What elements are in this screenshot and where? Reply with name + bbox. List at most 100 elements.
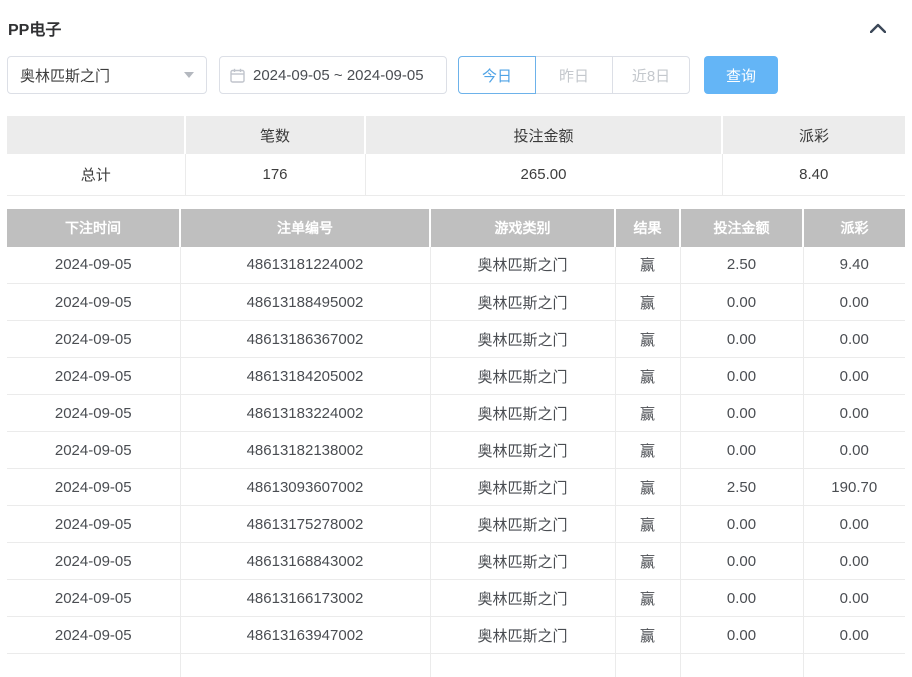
cell-game-type: 奥林匹斯之门 — [430, 469, 615, 506]
table-row: 2024-09-0548613163947002奥林匹斯之门赢0.000.00 — [7, 617, 905, 654]
cell-empty — [803, 654, 905, 677]
bet-table-header-row: 下注时间 注单编号 游戏类别 结果 投注金额 派彩 — [7, 209, 905, 247]
cell-payout: 0.00 — [803, 506, 905, 543]
date-range-picker[interactable]: 2024-09-05 ~ 2024-09-05 — [219, 56, 447, 94]
summary-total-payout: 8.40 — [722, 154, 905, 195]
cell-game-type: 奥林匹斯之门 — [430, 543, 615, 580]
table-row: 2024-09-0548613182138002奥林匹斯之门赢0.000.00 — [7, 432, 905, 469]
cell-payout: 190.70 — [803, 469, 905, 506]
cell-bet-time: 2024-09-05 — [7, 506, 180, 543]
table-row: 2024-09-0548613181224002奥林匹斯之门赢2.509.40 — [7, 247, 905, 284]
summary-header-row: 笔数 投注金额 派彩 — [7, 116, 905, 154]
cell-bet-amount: 0.00 — [680, 432, 803, 469]
cell-game-type: 奥林匹斯之门 — [430, 432, 615, 469]
cell-result: 赢 — [615, 284, 680, 321]
summary-header-bet-amount: 投注金额 — [365, 116, 722, 154]
cell-game-type: 奥林匹斯之门 — [430, 580, 615, 617]
table-row: 2024-09-0548613184205002奥林匹斯之门赢0.000.00 — [7, 358, 905, 395]
col-header-bet-amount: 投注金额 — [680, 209, 803, 247]
cell-bet-time: 2024-09-05 — [7, 358, 180, 395]
cell-game-type: 奥林匹斯之门 — [430, 358, 615, 395]
cell-bet-amount: 0.00 — [680, 358, 803, 395]
table-row: 2024-09-0548613183224002奥林匹斯之门赢0.000.00 — [7, 395, 905, 432]
cell-bet-amount: 2.50 — [680, 247, 803, 284]
col-header-bet-time: 下注时间 — [7, 209, 180, 247]
cell-bet-id: 48613184205002 — [180, 358, 430, 395]
pp-dianzi-panel: PP电子 奥林匹斯之门 2024-09-05 ~ 2024-09-05 今日 昨… — [0, 0, 912, 677]
cell-empty — [180, 654, 430, 677]
cell-game-type: 奥林匹斯之门 — [430, 506, 615, 543]
today-button[interactable]: 今日 — [458, 56, 536, 94]
cell-bet-time: 2024-09-05 — [7, 543, 180, 580]
quick-date-button-group: 今日 昨日 近8日 — [458, 56, 690, 94]
filter-toolbar: 奥林匹斯之门 2024-09-05 ~ 2024-09-05 今日 昨日 近8日… — [7, 56, 905, 94]
cell-empty — [7, 654, 180, 677]
cell-bet-amount: 0.00 — [680, 284, 803, 321]
cell-payout: 0.00 — [803, 617, 905, 654]
col-header-payout: 派彩 — [803, 209, 905, 247]
cell-payout: 0.00 — [803, 543, 905, 580]
table-row: 2024-09-0548613166173002奥林匹斯之门赢0.000.00 — [7, 580, 905, 617]
query-button[interactable]: 查询 — [704, 56, 778, 94]
col-header-game-type: 游戏类别 — [430, 209, 615, 247]
cell-game-type: 奥林匹斯之门 — [430, 247, 615, 284]
cell-empty — [430, 654, 615, 677]
cell-bet-id: 48613166173002 — [180, 580, 430, 617]
calendar-icon — [230, 68, 245, 83]
table-row: 2024-09-0548613093607002奥林匹斯之门赢2.50190.7… — [7, 469, 905, 506]
cell-payout: 0.00 — [803, 321, 905, 358]
game-select[interactable]: 奥林匹斯之门 — [7, 56, 207, 94]
cell-bet-id: 48613168843002 — [180, 543, 430, 580]
cell-bet-time: 2024-09-05 — [7, 580, 180, 617]
cell-bet-id: 48613183224002 — [180, 395, 430, 432]
col-header-bet-id: 注单编号 — [180, 209, 430, 247]
summary-table: 笔数 投注金额 派彩 总计 176 265.00 8.40 — [7, 116, 905, 196]
summary-total-count: 176 — [185, 154, 365, 195]
collapse-panel-button[interactable] — [864, 19, 892, 38]
date-range-value: 2024-09-05 ~ 2024-09-05 — [253, 67, 424, 84]
cell-result: 赢 — [615, 469, 680, 506]
cell-bet-time: 2024-09-05 — [7, 432, 180, 469]
cell-bet-amount: 0.00 — [680, 506, 803, 543]
cell-bet-id: 48613188495002 — [180, 284, 430, 321]
cell-bet-time: 2024-09-05 — [7, 284, 180, 321]
cell-bet-id: 48613186367002 — [180, 321, 430, 358]
summary-header-count: 笔数 — [185, 116, 365, 154]
col-header-result: 结果 — [615, 209, 680, 247]
cell-game-type: 奥林匹斯之门 — [430, 321, 615, 358]
cell-result: 赢 — [615, 247, 680, 284]
cell-game-type: 奥林匹斯之门 — [430, 284, 615, 321]
cell-payout: 0.00 — [803, 432, 905, 469]
cell-bet-id: 48613175278002 — [180, 506, 430, 543]
cell-result: 赢 — [615, 543, 680, 580]
last-8-days-button[interactable]: 近8日 — [612, 56, 690, 94]
table-row: 2024-09-0548613188495002奥林匹斯之门赢0.000.00 — [7, 284, 905, 321]
game-select-value: 奥林匹斯之门 — [20, 65, 110, 86]
page-title: PP电子 — [8, 16, 61, 40]
cell-bet-time: 2024-09-05 — [7, 321, 180, 358]
cell-bet-amount: 2.50 — [680, 469, 803, 506]
cell-bet-time: 2024-09-05 — [7, 469, 180, 506]
cell-bet-id: 48613163947002 — [180, 617, 430, 654]
cell-bet-amount: 0.00 — [680, 543, 803, 580]
chevron-up-icon — [870, 23, 886, 33]
summary-total-bet-amount: 265.00 — [365, 154, 722, 195]
chevron-down-icon — [184, 72, 194, 78]
cell-result: 赢 — [615, 321, 680, 358]
cell-payout: 9.40 — [803, 247, 905, 284]
cell-bet-time: 2024-09-05 — [7, 395, 180, 432]
cell-game-type: 奥林匹斯之门 — [430, 617, 615, 654]
cell-game-type: 奥林匹斯之门 — [430, 395, 615, 432]
cell-result: 赢 — [615, 580, 680, 617]
table-row: 2024-09-0548613168843002奥林匹斯之门赢0.000.00 — [7, 543, 905, 580]
cell-bet-amount: 0.00 — [680, 617, 803, 654]
cell-bet-id: 48613093607002 — [180, 469, 430, 506]
cell-bet-time: 2024-09-05 — [7, 617, 180, 654]
cell-result: 赢 — [615, 395, 680, 432]
cell-result: 赢 — [615, 432, 680, 469]
table-row: 2024-09-0548613186367002奥林匹斯之门赢0.000.00 — [7, 321, 905, 358]
yesterday-button[interactable]: 昨日 — [535, 56, 613, 94]
summary-total-label: 总计 — [7, 154, 185, 195]
bet-table: 下注时间 注单编号 游戏类别 结果 投注金额 派彩 2024-09-054861… — [7, 209, 905, 677]
cell-empty — [680, 654, 803, 677]
